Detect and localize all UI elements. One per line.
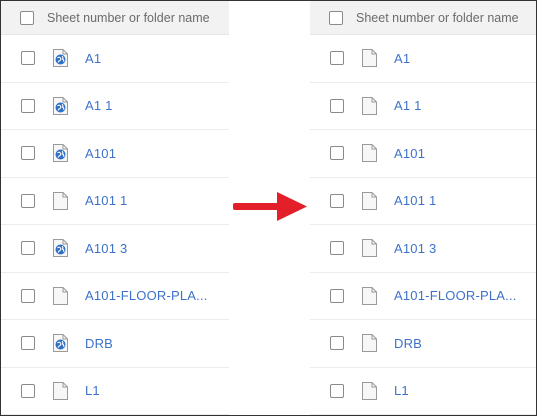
sheet-name-link[interactable]: A1 1 bbox=[394, 98, 422, 113]
globe-doc-icon bbox=[52, 143, 69, 163]
sheet-name-link[interactable]: A1 bbox=[394, 51, 410, 66]
list-item[interactable]: DRB bbox=[1, 320, 229, 368]
row-checkbox[interactable] bbox=[330, 383, 344, 398]
header-label: Sheet number or folder name bbox=[47, 10, 210, 25]
list-item[interactable]: A101 1 bbox=[310, 178, 536, 225]
globe-doc-icon bbox=[52, 96, 69, 116]
list-header: Sheet number or folder name bbox=[1, 1, 229, 35]
sheet-name-link[interactable]: A101 1 bbox=[394, 193, 436, 208]
sheet-name-link[interactable]: A101-FLOOR-PLA... bbox=[394, 288, 517, 303]
doc-icon bbox=[361, 48, 378, 68]
comparison-frame: Sheet number or folder name A1 A1 1 A101 A1… bbox=[0, 0, 537, 416]
list-header: Sheet number or folder name bbox=[310, 1, 536, 35]
sheet-name-link[interactable]: L1 bbox=[394, 383, 409, 398]
doc-icon bbox=[361, 96, 378, 116]
sheet-name-link[interactable]: A101 bbox=[85, 146, 116, 161]
list-item[interactable]: A101-FLOOR-PLA... bbox=[310, 273, 536, 320]
row-checkbox[interactable] bbox=[330, 51, 344, 66]
row-checkbox[interactable] bbox=[21, 288, 35, 303]
sheet-name-link[interactable]: A101 bbox=[394, 146, 425, 161]
list-item[interactable]: A101 bbox=[1, 130, 229, 178]
right-sheet-list: Sheet number or folder name A1 A1 1 A101 A1… bbox=[310, 1, 536, 415]
list-item[interactable]: A101 bbox=[310, 130, 536, 178]
row-checkbox[interactable] bbox=[21, 383, 35, 398]
list-item[interactable]: A1 1 bbox=[310, 83, 536, 130]
globe-doc-icon bbox=[52, 48, 69, 68]
row-checkbox[interactable] bbox=[21, 146, 35, 161]
select-all-checkbox[interactable] bbox=[329, 10, 343, 25]
doc-icon bbox=[361, 191, 378, 211]
right-arrow-icon bbox=[233, 192, 307, 221]
sheet-name-link[interactable]: DRB bbox=[85, 336, 113, 351]
list-item[interactable]: A1 bbox=[1, 35, 229, 83]
sheet-name-link[interactable]: A1 1 bbox=[85, 98, 113, 113]
list-item[interactable]: A1 1 bbox=[1, 83, 229, 130]
row-checkbox[interactable] bbox=[330, 193, 344, 208]
left-rows: A1 A1 1 A101 A101 1 A101 3 A101-FLOOR-PLA... D… bbox=[1, 35, 229, 415]
row-checkbox[interactable] bbox=[21, 193, 35, 208]
header-label: Sheet number or folder name bbox=[356, 10, 519, 25]
row-checkbox[interactable] bbox=[330, 146, 344, 161]
list-item[interactable]: A101 3 bbox=[310, 225, 536, 273]
list-item[interactable]: A101 3 bbox=[1, 225, 229, 273]
doc-icon bbox=[52, 286, 69, 306]
list-item[interactable]: DRB bbox=[310, 320, 536, 368]
select-all-checkbox[interactable] bbox=[20, 10, 34, 25]
doc-icon bbox=[361, 381, 378, 401]
doc-icon bbox=[361, 238, 378, 258]
row-checkbox[interactable] bbox=[330, 288, 344, 303]
row-checkbox[interactable] bbox=[21, 336, 35, 351]
sheet-name-link[interactable]: L1 bbox=[85, 383, 100, 398]
row-checkbox[interactable] bbox=[21, 51, 35, 66]
sheet-name-link[interactable]: A101 3 bbox=[394, 241, 436, 256]
row-checkbox[interactable] bbox=[330, 98, 344, 113]
right-rows: A1 A1 1 A101 A101 1 A101 3 A101-FLOOR-PLA... D… bbox=[310, 35, 536, 415]
doc-icon bbox=[361, 143, 378, 163]
row-checkbox[interactable] bbox=[330, 336, 344, 351]
list-item[interactable]: A101-FLOOR-PLA... bbox=[1, 273, 229, 320]
row-checkbox[interactable] bbox=[330, 241, 344, 256]
sheet-name-link[interactable]: A101 3 bbox=[85, 241, 127, 256]
sheet-name-link[interactable]: DRB bbox=[394, 336, 422, 351]
doc-icon bbox=[361, 286, 378, 306]
list-item[interactable]: L1 bbox=[310, 368, 536, 415]
doc-icon bbox=[361, 333, 378, 353]
list-item[interactable]: A101 1 bbox=[1, 178, 229, 225]
doc-icon bbox=[52, 191, 69, 211]
globe-doc-icon bbox=[52, 238, 69, 258]
row-checkbox[interactable] bbox=[21, 241, 35, 256]
sheet-name-link[interactable]: A101 1 bbox=[85, 193, 127, 208]
sheet-name-link[interactable]: A1 bbox=[85, 51, 101, 66]
doc-icon bbox=[52, 381, 69, 401]
globe-doc-icon bbox=[52, 333, 69, 353]
list-item[interactable]: A1 bbox=[310, 35, 536, 83]
list-item[interactable]: L1 bbox=[1, 368, 229, 415]
row-checkbox[interactable] bbox=[21, 98, 35, 113]
left-sheet-list: Sheet number or folder name A1 A1 1 A101 A1… bbox=[1, 1, 229, 415]
sheet-name-link[interactable]: A101-FLOOR-PLA... bbox=[85, 288, 208, 303]
